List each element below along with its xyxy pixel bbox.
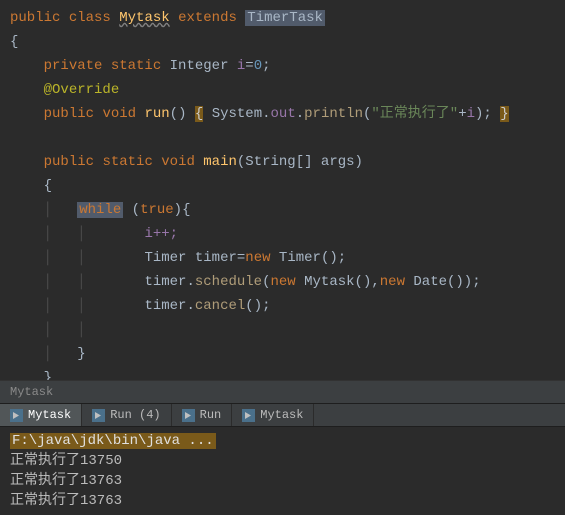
tab-run4[interactable]: Run (4) [82,404,171,426]
code-line: @Override [10,78,555,102]
brace-highlight: } [500,106,508,122]
code-line: │ while (true){ [10,198,555,222]
tab-mytask2[interactable]: Mytask [232,404,314,426]
run-config-icon [182,409,195,422]
code-line: public void run() { System.out.println("… [10,102,555,126]
code-line: │ │ timer.cancel(); [10,294,555,318]
console-output[interactable]: F:\java\jdk\bin\java ... 正常执行了13750 正常执行… [0,427,565,515]
console-line: 正常执行了13763 [10,491,555,511]
tab-label: Run [200,408,222,422]
tab-label: Run (4) [110,408,160,422]
keyword-while: while [77,202,123,218]
run-tabs: Mytask Run (4) Run Mytask [0,404,565,427]
console-line: 正常执行了13750 [10,451,555,471]
brace-highlight: { [195,106,203,122]
code-line: │ │ timer.schedule(new Mytask(),new Date… [10,270,555,294]
code-line: } [10,366,555,380]
code-line: public class Mytask extends TimerTask [10,6,555,30]
tab-label: Mytask [28,408,71,422]
run-config-icon [92,409,105,422]
breadcrumb[interactable]: Mytask [0,380,565,404]
annotation: @Override [44,82,120,98]
code-editor[interactable]: public class Mytask extends TimerTask { … [0,0,565,380]
code-line: private static Integer i=0; [10,54,555,78]
keyword-class: class [69,10,111,26]
code-line: │ │ Timer timer=new Timer(); [10,246,555,270]
superclass-name: TimerTask [245,10,325,26]
keyword-extends: extends [178,10,237,26]
code-line: │ │ i++; [10,222,555,246]
tab-mytask[interactable]: Mytask [0,404,82,426]
class-name: Mytask [119,10,169,26]
console-command: F:\java\jdk\bin\java ... [10,433,216,449]
console-line: F:\java\jdk\bin\java ... [10,431,555,451]
tab-run[interactable]: Run [172,404,233,426]
code-line: public static void main(String[] args) [10,150,555,174]
run-config-icon [10,409,23,422]
code-line: { [10,30,555,54]
code-line: │ } [10,342,555,366]
keyword-public: public [10,10,60,26]
code-line: │ │ [10,318,555,342]
console-line: 正常执行了13763 [10,471,555,491]
tab-label: Mytask [260,408,303,422]
run-config-icon [242,409,255,422]
code-line: { [10,174,555,198]
code-line [10,126,555,150]
breadcrumb-item: Mytask [10,385,53,399]
